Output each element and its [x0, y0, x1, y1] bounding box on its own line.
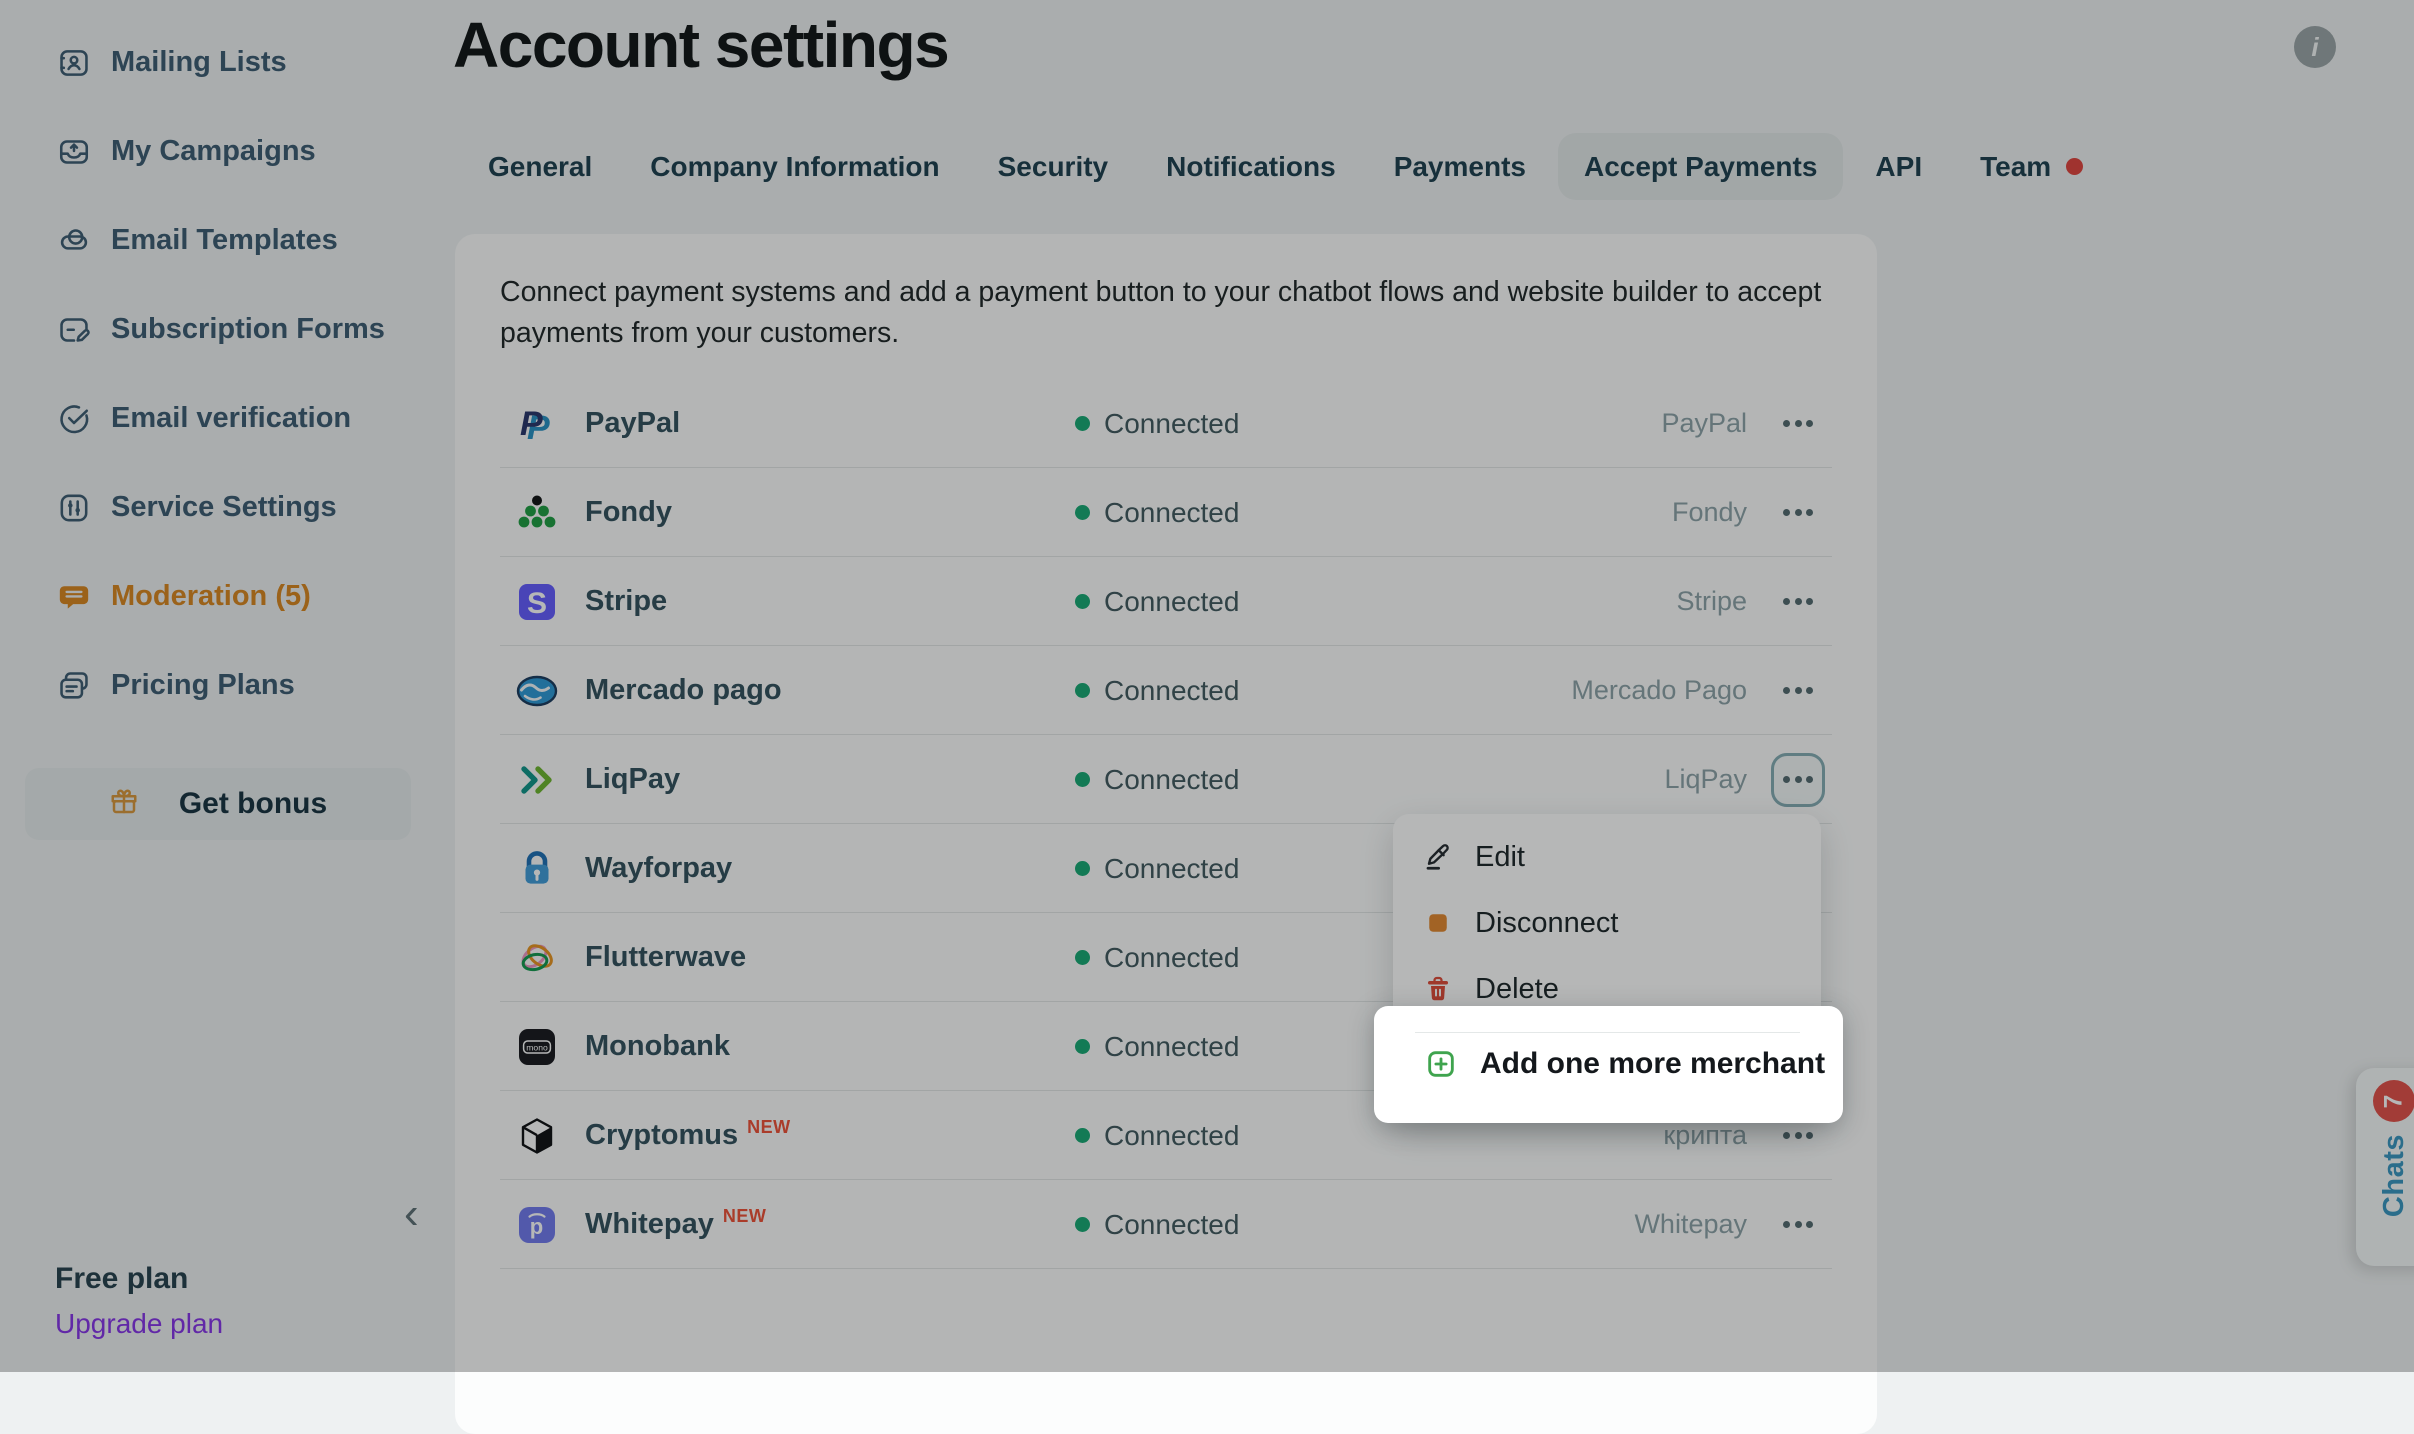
menu-item-add-one-more-merchant[interactable]: Add one more merchant: [1424, 1047, 1843, 1081]
menu-item-label: Add one more merchant: [1480, 1047, 1825, 1081]
spotlight: Add one more merchant: [1374, 1006, 1843, 1123]
plus-square-icon: [1424, 1047, 1458, 1081]
menu-divider: [1415, 1032, 1800, 1033]
dim-overlay: [0, 0, 2414, 1372]
